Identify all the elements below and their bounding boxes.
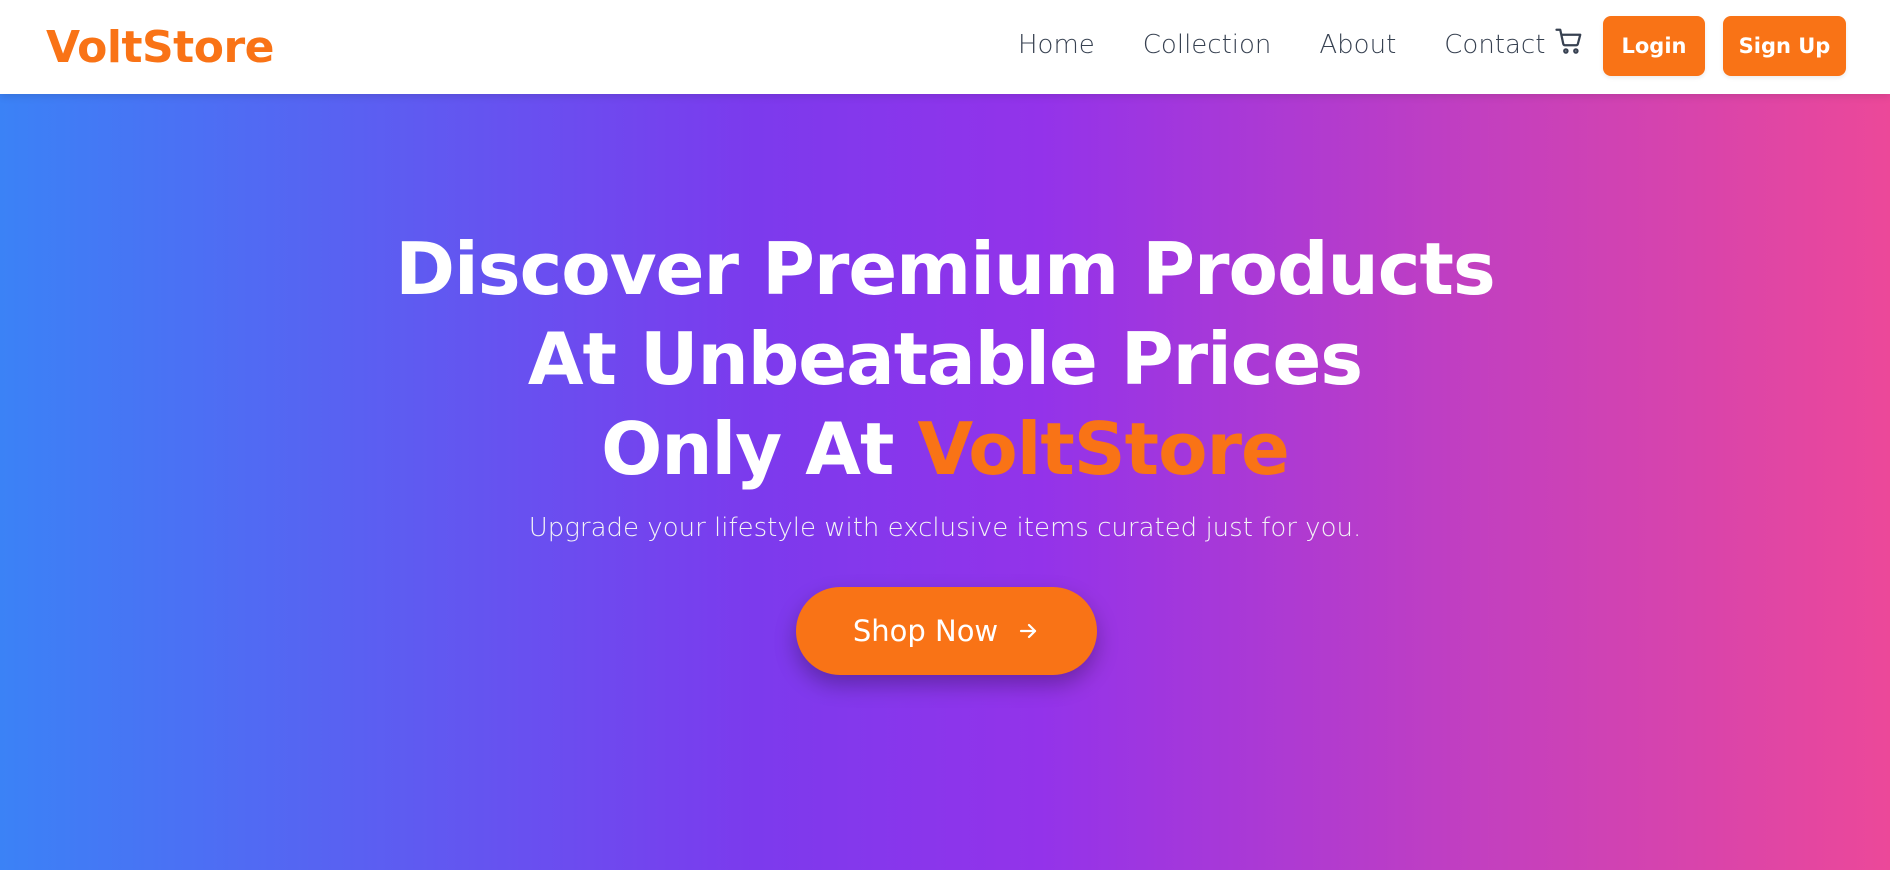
signup-button[interactable]: Sign Up bbox=[1723, 16, 1846, 76]
nav-link-about[interactable]: About bbox=[1319, 30, 1396, 60]
hero-title-line-2: At Unbeatable Prices bbox=[527, 317, 1363, 401]
nav-link-collection[interactable]: Collection bbox=[1143, 30, 1272, 60]
nav-link-contact[interactable]: Contact bbox=[1444, 30, 1545, 60]
hero-title: Discover Premium Products At Unbeatable … bbox=[0, 224, 1890, 494]
hero-title-line-3-prefix: Only At bbox=[601, 407, 918, 491]
hero-title-brand-accent: VoltStore bbox=[917, 407, 1289, 491]
login-button[interactable]: Login bbox=[1603, 16, 1705, 76]
arrow-right-icon bbox=[1016, 619, 1040, 643]
brand-logo[interactable]: VoltStore bbox=[46, 22, 274, 73]
shop-now-button[interactable]: Shop Now bbox=[796, 587, 1097, 675]
hero-title-line-1: Discover Premium Products bbox=[395, 227, 1495, 311]
shopping-cart-icon[interactable] bbox=[1554, 26, 1588, 60]
shop-now-label: Shop Now bbox=[852, 614, 999, 648]
hero-subtitle: Upgrade your lifestyle with exclusive it… bbox=[528, 513, 1362, 543]
nav-link-home[interactable]: Home bbox=[1018, 30, 1095, 60]
hero-section: Discover Premium Products At Unbeatable … bbox=[0, 94, 1890, 870]
main-nav: Home Collection About Contact bbox=[1018, 30, 1593, 60]
navbar: VoltStore Home Collection About Contact … bbox=[0, 0, 1890, 94]
